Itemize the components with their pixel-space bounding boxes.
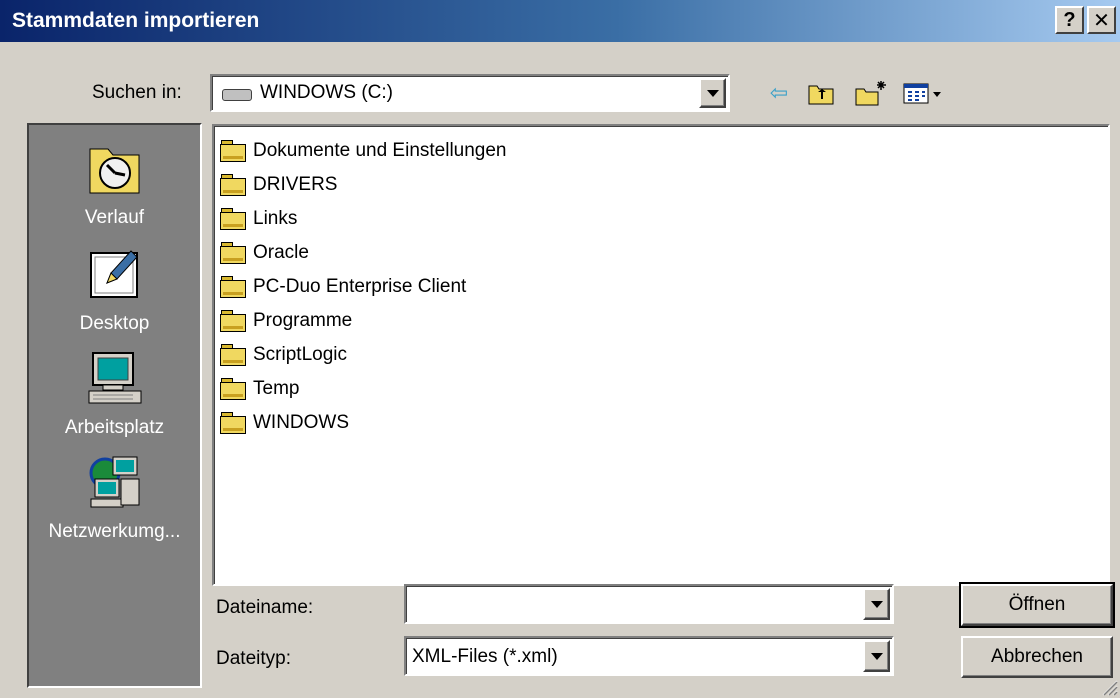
up-folder-icon[interactable] <box>806 80 836 106</box>
filename-label: Dateiname: <box>216 597 314 618</box>
place-history[interactable]: Verlauf <box>29 139 200 229</box>
lookin-label: Suchen in: <box>92 82 182 103</box>
drive-icon <box>222 89 252 101</box>
filetype-dropdown-button[interactable] <box>863 640 890 672</box>
place-desktop[interactable]: Desktop <box>29 245 200 335</box>
file-name: Programme <box>253 310 353 331</box>
folder-icon <box>220 276 250 298</box>
place-my-computer[interactable]: Arbeitsplatz <box>29 349 200 439</box>
open-button[interactable]: Öffnen <box>959 582 1115 628</box>
list-item[interactable]: Oracle <box>220 238 309 268</box>
file-list[interactable]: Dokumente und Einstellungen DRIVERS Link… <box>212 124 1110 586</box>
lookin-dropdown-button[interactable] <box>699 78 726 108</box>
place-label: Arbeitsplatz <box>64 417 165 438</box>
file-name: WINDOWS <box>253 412 350 433</box>
place-network[interactable]: Netzwerkumg... <box>29 453 200 543</box>
close-button[interactable]: ✕ <box>1087 6 1116 34</box>
file-name: Dokumente und Einstellungen <box>253 140 507 161</box>
list-item[interactable]: Temp <box>220 374 299 404</box>
folder-icon <box>220 310 250 332</box>
list-item[interactable]: WINDOWS <box>220 408 349 438</box>
view-menu-icon[interactable] <box>902 80 946 106</box>
file-name: ScriptLogic <box>253 344 347 365</box>
lookin-value: WINDOWS (C:) <box>260 82 393 103</box>
network-icon <box>89 456 139 508</box>
list-item[interactable]: Links <box>220 204 297 234</box>
back-icon[interactable]: ⇦ <box>764 80 794 106</box>
folder-icon <box>220 344 250 366</box>
folder-icon <box>220 140 250 162</box>
list-item[interactable]: Dokumente und Einstellungen <box>220 136 507 166</box>
file-name: Oracle <box>253 242 309 263</box>
chevron-down-icon <box>870 600 883 608</box>
new-folder-icon[interactable] <box>854 80 890 106</box>
history-icon <box>89 148 139 194</box>
places-bar: Verlauf Desktop Arbeitsplatz Netzwerkumg… <box>27 123 202 688</box>
filename-dropdown-button[interactable] <box>863 588 890 620</box>
filename-field[interactable] <box>404 584 894 624</box>
place-label: Verlauf <box>84 207 145 228</box>
file-name: Links <box>253 208 298 229</box>
folder-icon <box>220 412 250 434</box>
help-button[interactable]: ? <box>1055 6 1084 34</box>
folder-icon <box>220 378 250 400</box>
window-title: Stammdaten importieren <box>12 9 260 32</box>
file-name: DRIVERS <box>253 174 338 195</box>
file-name: PC-Duo Enterprise Client <box>253 276 467 297</box>
title-bar[interactable]: Stammdaten importieren ? ✕ <box>0 0 1120 42</box>
chevron-down-icon <box>706 89 719 97</box>
desktop-icon <box>89 250 138 298</box>
my-computer-icon <box>88 352 141 404</box>
list-item[interactable]: Programme <box>220 306 352 336</box>
resize-grip-icon[interactable] <box>1098 676 1118 696</box>
cancel-button-label: Abbrechen <box>991 646 1083 667</box>
cancel-button[interactable]: Abbrechen <box>961 636 1113 678</box>
file-name: Temp <box>253 378 300 399</box>
lookin-combo[interactable]: WINDOWS (C:) <box>210 74 730 112</box>
filetype-label: Dateityp: <box>216 648 291 669</box>
place-label: Desktop <box>79 313 150 334</box>
folder-icon <box>220 242 250 264</box>
list-item[interactable]: ScriptLogic <box>220 340 347 370</box>
filetype-value: XML-Files (*.xml) <box>412 646 558 667</box>
list-item[interactable]: DRIVERS <box>220 170 337 200</box>
folder-icon <box>220 174 250 196</box>
list-item[interactable]: PC-Duo Enterprise Client <box>220 272 466 302</box>
chevron-down-icon <box>870 652 883 660</box>
place-label: Netzwerkumg... <box>48 521 181 542</box>
folder-icon <box>220 208 250 230</box>
open-button-label: Öffnen <box>1008 594 1066 615</box>
filetype-select[interactable]: XML-Files (*.xml) <box>404 636 894 676</box>
